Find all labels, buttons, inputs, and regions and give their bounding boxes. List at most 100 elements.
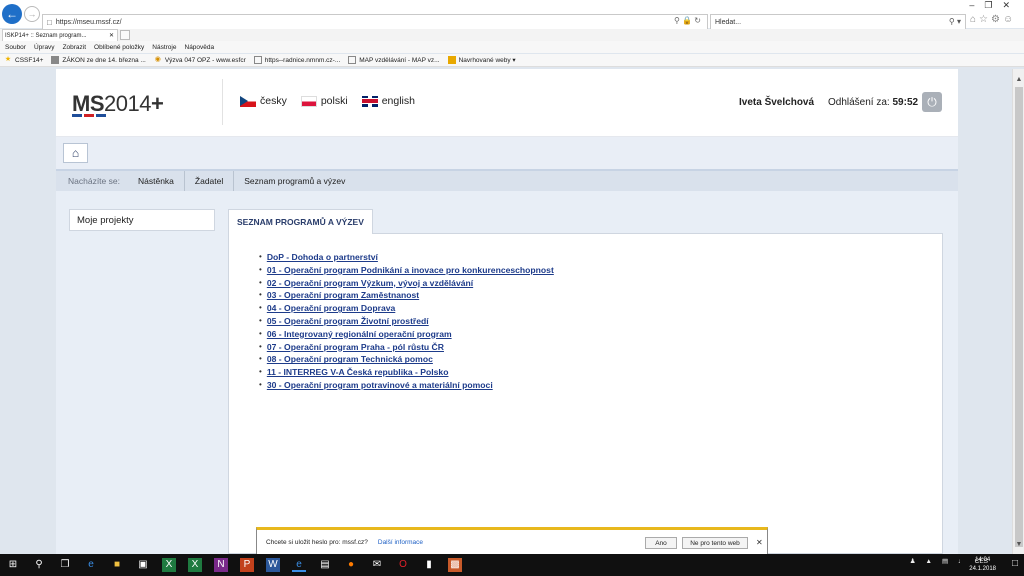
tab-row: ISKP14+ :: Seznam program... ✕ — [0, 29, 1024, 41]
firefox-icon[interactable]: ● — [344, 558, 358, 572]
list-item: 02 - Operační program Výzkum, vývoj a vz… — [259, 277, 554, 290]
new-tab-button[interactable] — [120, 30, 130, 40]
list-item: 01 - Operační program Podnikání a inovac… — [259, 264, 554, 277]
program-link[interactable]: 02 - Operační program Výzkum, vývoj a vz… — [267, 277, 473, 290]
suggested-icon — [447, 56, 456, 64]
back-button[interactable]: ← — [2, 4, 22, 24]
windows-start-icon[interactable]: ⊞ — [6, 558, 20, 572]
favorite-item[interactable]: ★ CSSF14+ — [4, 56, 44, 64]
gear-icon[interactable]: ⚙ — [991, 14, 1003, 25]
app-icon[interactable]: ▤ — [318, 558, 332, 572]
app-icon[interactable]: ▩ — [448, 558, 462, 572]
close-icon[interactable]: ✕ — [756, 538, 763, 547]
uk-flag-icon — [361, 95, 378, 107]
lock-icon[interactable]: 🔒 — [682, 16, 692, 25]
list-item: 06 - Integrovaný regionální operační pro… — [259, 328, 554, 341]
forward-button[interactable]: → — [24, 6, 40, 22]
taskbar-clock[interactable]: 14:04 24.1.2018 — [969, 556, 996, 574]
powerpoint-icon[interactable]: P — [240, 558, 254, 572]
home-icon[interactable]: ⌂ — [970, 14, 979, 25]
edge-icon[interactable]: e — [84, 558, 98, 572]
search-icon[interactable]: ⚲ — [674, 16, 680, 25]
close-icon[interactable]: ✕ — [1002, 0, 1020, 10]
scroll-up-icon[interactable]: ▲ — [1013, 73, 1024, 85]
programs-panel: DoP - Dohoda o partnerství 01 - Operační… — [228, 233, 943, 554]
program-link[interactable]: 03 - Operační program Zaměstnanost — [267, 289, 419, 302]
sidebar-item-my-projects[interactable]: Moje projekty — [69, 209, 215, 231]
more-info-link[interactable]: Další informace — [378, 539, 423, 546]
favorite-item[interactable]: https--radnice.nmnm.cz-... — [253, 56, 340, 64]
window-controls: –❐✕ — [969, 0, 1020, 11]
browser-tab[interactable]: ISKP14+ :: Seznam program... ✕ — [2, 29, 118, 41]
onenote-icon[interactable]: N — [214, 558, 228, 572]
search-placeholder: Hledat... — [715, 18, 742, 26]
close-icon[interactable]: ✕ — [109, 32, 114, 39]
program-link[interactable]: 05 - Operační program Životní prostředí — [267, 315, 429, 328]
save-password-never-button[interactable]: Ne pro tento web — [682, 537, 748, 549]
menu-zobrazit[interactable]: Zobrazit — [63, 44, 86, 51]
refresh-icon[interactable]: ↻ — [694, 16, 701, 25]
store-icon[interactable]: ▣ — [136, 558, 150, 572]
program-link[interactable]: DoP - Dohoda o partnerství — [267, 251, 378, 264]
lang-czech[interactable]: česky — [240, 95, 287, 107]
lang-english[interactable]: english — [361, 95, 415, 107]
excel-icon[interactable]: X — [162, 558, 176, 572]
program-link[interactable]: 30 - Operační program potravinové a mate… — [267, 379, 493, 392]
document-icon[interactable]: ▮ — [422, 558, 436, 572]
logout-button[interactable]: ⏻ — [922, 92, 942, 112]
scroll-down-icon[interactable]: ▼ — [1013, 538, 1024, 550]
people-icon[interactable]: ♟ — [910, 557, 916, 565]
save-password-yes-button[interactable]: Ano — [645, 537, 677, 549]
smiley-icon[interactable]: ☺ — [1003, 14, 1016, 25]
header-divider — [222, 79, 223, 125]
page-icon — [348, 56, 357, 64]
opera-icon[interactable]: O — [396, 558, 410, 572]
menu-oblibene[interactable]: Oblíbené položky — [94, 44, 144, 51]
list-item: 05 - Operační program Životní prostředí — [259, 315, 554, 328]
action-center-icon[interactable]: □ — [1012, 558, 1018, 569]
file-explorer-icon[interactable]: ■ — [110, 558, 124, 572]
search-go[interactable]: ⚲ ▾ — [949, 17, 961, 26]
minimize-icon[interactable]: – — [969, 0, 984, 10]
arrow-left-icon: ← — [6, 7, 18, 21]
menu-napoveda[interactable]: Nápověda — [185, 44, 215, 51]
windows-taskbar: ⊞ ⚲ ❐ e ■ ▣ X X N P W e ▤ ● ✉ O ▮ ▩ ♟ ▲ … — [0, 554, 1024, 576]
program-link[interactable]: 04 - Operační program Doprava — [267, 302, 395, 315]
program-link[interactable]: 01 - Operační program Podnikání a inovac… — [267, 264, 554, 277]
star-icon[interactable]: ☆ — [979, 14, 991, 25]
program-link[interactable]: 11 - INTERREG V-A Česká republika - Pols… — [267, 366, 449, 379]
home-button[interactable]: ⌂ — [63, 143, 88, 163]
favorite-item[interactable]: Navrhované weby ▾ — [447, 56, 516, 64]
globe-icon: ◉ — [154, 56, 161, 63]
menu-nastroje[interactable]: Nástroje — [152, 44, 176, 51]
menu-upravy[interactable]: Úpravy — [34, 44, 55, 51]
scroll-thumb[interactable] — [1015, 87, 1023, 547]
breadcrumb-item-nastenka[interactable]: Nástěnka — [128, 171, 185, 191]
page-scrollbar[interactable]: ▲ ▼ — [1012, 69, 1024, 554]
address-bar[interactable]: □ https://mseu.mssf.cz/ ⚲ 🔒 ↻ — [42, 14, 708, 30]
program-link[interactable]: 06 - Integrovaný regionální operační pro… — [267, 328, 452, 341]
volume-icon[interactable]: ♩ — [958, 558, 965, 565]
internet-explorer-icon[interactable]: e — [292, 558, 306, 572]
chevron-up-icon[interactable]: ▲ — [926, 558, 932, 565]
program-link[interactable]: 08 - Operační program Technická pomoc — [267, 353, 433, 366]
breadcrumb-lead: Nacházíte se: — [68, 176, 120, 186]
search-icon[interactable]: ⚲ — [32, 558, 46, 572]
breadcrumb-item-zadatel[interactable]: Žadatel — [185, 171, 235, 191]
menu-bar: Soubor Úpravy Zobrazit Oblíbené položky … — [0, 41, 1024, 53]
favorite-item[interactable]: ◉ Výzva 047 OPZ - www.esfcr — [154, 56, 246, 64]
favorite-item[interactable]: MAP vzdělávání - MAP vz... — [348, 56, 440, 64]
home-icon: ⌂ — [71, 146, 80, 160]
excel-icon[interactable]: X — [188, 558, 202, 572]
program-link[interactable]: 07 - Operační program Praha - pól růstu … — [267, 341, 444, 354]
menu-soubor[interactable]: Soubor — [5, 44, 26, 51]
network-icon[interactable]: ▤ — [942, 557, 948, 565]
word-icon[interactable]: W — [266, 558, 280, 572]
restore-icon[interactable]: ❐ — [984, 0, 1002, 10]
lang-polish[interactable]: polski — [300, 95, 348, 107]
url-tools: ⚲ 🔒 ↻ — [674, 16, 701, 25]
favorite-item[interactable]: ZÁKON ze dne 14. března ... — [51, 56, 146, 64]
search-input[interactable]: Hledat... ⚲ ▾ — [710, 14, 966, 30]
mail-icon[interactable]: ✉ — [370, 558, 384, 572]
task-view-icon[interactable]: ❐ — [58, 558, 72, 572]
